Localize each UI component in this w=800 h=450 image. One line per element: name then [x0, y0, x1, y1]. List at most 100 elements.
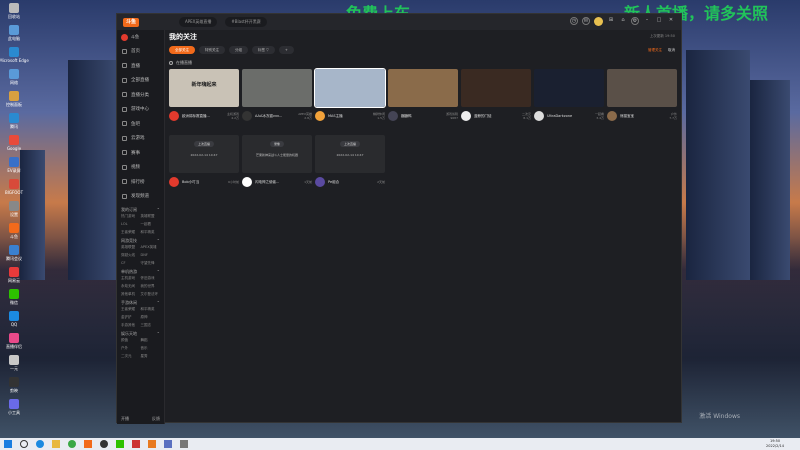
start-live-button[interactable]: 开播: [121, 416, 129, 422]
streamer-name[interactable]: Bob小叮当: [182, 180, 225, 185]
wechat-icon[interactable]: [116, 440, 124, 448]
settings-icon[interactable]: ⚙: [631, 17, 639, 25]
streamer-avatar[interactable]: [388, 111, 398, 121]
streamer-name[interactable]: MAS主播: [328, 114, 370, 119]
sidebar-link[interactable]: 户外: [121, 346, 141, 351]
sidebar-link[interactable]: LOL: [121, 222, 141, 227]
sidebar-link[interactable]: 艾尔登法环: [141, 292, 161, 297]
thumbnail[interactable]: 上次直播 2022-02-14 10:47: [169, 135, 239, 173]
streamer-avatar[interactable]: [461, 111, 471, 121]
sidebar-link[interactable]: 英雄联盟: [141, 214, 161, 219]
live-card[interactable]: MAS主播 棋牌休闲 1.5万: [314, 68, 386, 127]
chrome-icon[interactable]: [68, 440, 76, 448]
desktop-icon[interactable]: 微信: [2, 286, 26, 308]
sidebar-item[interactable]: 发现频道: [117, 189, 164, 204]
sidebar-link[interactable]: CF: [121, 261, 141, 266]
live-card[interactable]: 蓝鲸的门徒 二次元 8.1万: [461, 69, 531, 127]
app-icon[interactable]: [148, 440, 156, 448]
sidebar-link[interactable]: 三国志: [141, 323, 161, 328]
desktop-icon[interactable]: EV录屏: [2, 154, 26, 176]
desktop-icon[interactable]: 网易云: [2, 264, 26, 286]
maximize-icon[interactable]: □: [655, 17, 663, 25]
thumbnail[interactable]: [242, 69, 312, 107]
search-tab[interactable]: APEX英雄直播: [179, 17, 218, 27]
sidebar-link[interactable]: 手游其他: [121, 323, 141, 328]
sidebar-link[interactable]: 其他单机: [121, 292, 141, 297]
live-card[interactable]: 蹦蹦鸭 游戏剪辑 9687: [388, 69, 458, 127]
sidebar-section-header[interactable]: 手游休闲 ⌃: [117, 297, 164, 307]
desktop-icon[interactable]: QQ: [2, 308, 26, 330]
sidebar-item[interactable]: 鱼吧: [117, 117, 164, 132]
streamer-name[interactable]: UltraDarkzone: [547, 114, 592, 118]
sidebar-link[interactable]: 舞蹈: [141, 338, 161, 343]
streamer-name[interactable]: Pe组合: [328, 180, 374, 185]
live-card[interactable]: 新年嗨起来 欧洲锦标赛直播... 主机游戏 4.2万: [169, 69, 239, 127]
sidebar-link[interactable]: 二次元: [121, 354, 141, 359]
close-icon[interactable]: ✕: [667, 17, 675, 25]
thumbnail[interactable]: 新年嗨起来: [169, 69, 239, 107]
desktop-icon[interactable]: 设置: [2, 198, 26, 220]
desktop-icon[interactable]: 此电脑: [2, 22, 26, 44]
edge-icon[interactable]: [36, 440, 44, 448]
filter-chip[interactable]: 分组: [229, 46, 248, 54]
app-icon[interactable]: [164, 440, 172, 448]
thumbnail[interactable]: [607, 69, 677, 107]
windows-start-icon[interactable]: [4, 440, 12, 448]
streamer-avatar[interactable]: [242, 111, 252, 121]
sidebar-link[interactable]: 守望先锋: [141, 261, 161, 266]
sidebar-link[interactable]: 和平精英: [141, 230, 161, 235]
app-icon[interactable]: [180, 440, 188, 448]
thumbnail[interactable]: 录像 芒果新神来战斗人士能量的机器: [242, 135, 312, 173]
sidebar-item[interactable]: 视频: [117, 160, 164, 175]
streamer-name[interactable]: 闪电神之使者...: [255, 180, 301, 185]
system-clock[interactable]: 19:50 2022/2/14: [766, 439, 784, 449]
replay-card[interactable]: 上次直播 2022-02-14 10:47 Bob小叮当 6小时前: [169, 135, 239, 193]
streamer-name[interactable]: AAA冰冻猫vvv...: [255, 114, 295, 119]
sidebar-item[interactable]: 云游戏: [117, 131, 164, 146]
cancel-button[interactable]: 取消: [668, 48, 675, 53]
douyu-taskbar-icon[interactable]: [84, 440, 92, 448]
manage-follow-button[interactable]: 管理关注: [648, 48, 662, 53]
sidebar-link[interactable]: 主机游戏: [121, 276, 141, 281]
sidebar-section-header[interactable]: 单机热游 ⌃: [117, 266, 164, 276]
desktop-icon[interactable]: Google: [2, 132, 26, 154]
filter-chip[interactable]: 特别关注: [199, 46, 225, 54]
search-tab[interactable]: #Blast杯开黑赛: [225, 17, 267, 27]
streamer-name[interactable]: 蹦蹦鸭: [401, 114, 443, 119]
desktop-icon[interactable]: 腾讯: [2, 110, 26, 132]
sidebar-item[interactable]: 首页: [117, 44, 164, 59]
sidebar-link[interactable]: DNF: [141, 253, 161, 258]
sidebar-item[interactable]: 直播: [117, 59, 164, 74]
skin-icon[interactable]: ⊞: [607, 17, 615, 25]
replay-card[interactable]: 上次直播 2022-02-14 10:47 Pe组合 2天前: [315, 135, 385, 193]
sidebar-item[interactable]: 全部直播: [117, 73, 164, 88]
sidebar-item[interactable]: 排行榜: [117, 175, 164, 190]
desktop-icon[interactable]: 小工具: [2, 396, 26, 418]
filter-chip[interactable]: 标签 ▽: [252, 46, 275, 54]
sidebar-section-header[interactable]: 娱乐天地 ⌃: [117, 328, 164, 338]
sidebar-link[interactable]: 原神: [141, 315, 161, 320]
thumbnail[interactable]: [534, 69, 604, 107]
thumbnail[interactable]: [388, 69, 458, 107]
streamer-name[interactable]: 熊猫宝宝: [620, 114, 666, 119]
sidebar-link[interactable]: 音乐: [141, 346, 161, 351]
streamer-avatar[interactable]: [315, 111, 325, 121]
sidebar-link[interactable]: 一起看: [141, 222, 161, 227]
replay-card[interactable]: 录像 芒果新神来战斗人士能量的机器 闪电神之使者... 1天前: [242, 135, 312, 193]
live-card[interactable]: UltraDarkzone 一起看 3.4万: [534, 69, 604, 127]
message-icon[interactable]: ✉: [582, 17, 590, 25]
desktop-icon[interactable]: 一元: [2, 352, 26, 374]
desktop-icon[interactable]: 回收站: [2, 0, 26, 22]
folder-icon[interactable]: [52, 440, 60, 448]
desktop-icon[interactable]: 斗鱼: [2, 220, 26, 242]
streamer-name[interactable]: 蓝鲸的门徒: [474, 114, 519, 119]
history-icon[interactable]: ◷: [570, 17, 578, 25]
sidebar-link[interactable]: 王者荣耀: [121, 230, 141, 235]
live-card[interactable]: AAA冰冻猫vvv... APEX英雄 2.8万: [242, 69, 312, 127]
search-icon[interactable]: [20, 440, 28, 448]
sidebar-link[interactable]: 和平精英: [141, 307, 161, 312]
streamer-name[interactable]: 欧洲锦标赛直播...: [182, 114, 224, 119]
desktop-icon[interactable]: 网络: [2, 66, 26, 88]
streamer-avatar[interactable]: [607, 111, 617, 121]
desktop-icon[interactable]: 控制面板: [2, 88, 26, 110]
